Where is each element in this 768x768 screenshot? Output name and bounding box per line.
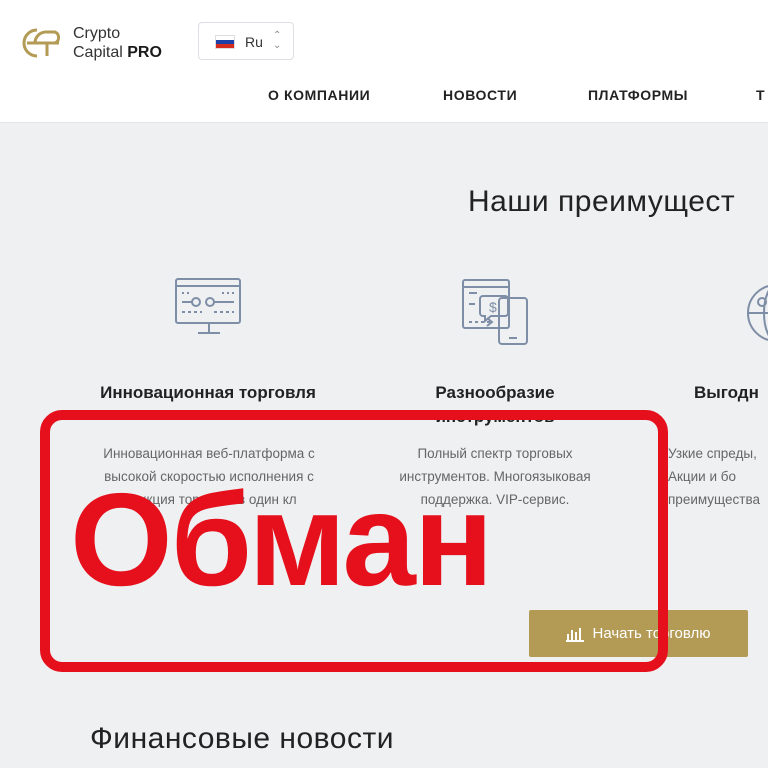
brand-logo[interactable]: Crypto Capital PRO	[17, 24, 177, 64]
feature-desc-profitable: Узкие спреды, Акции и бо преимущества	[668, 446, 760, 507]
start-trading-button[interactable]: Начать торговлю	[529, 610, 748, 657]
feature-title-instruments: Разнообразие инструментов	[435, 383, 555, 426]
nav-link-platforms[interactable]: ПЛАТФОРМЫ	[588, 87, 688, 103]
bar-chart-icon	[566, 627, 585, 642]
nav-link-truncated[interactable]: Т	[756, 87, 765, 103]
site-header: Crypto Capital PRO Ru ⌃ ⌄ О КОМПАНИИ НОВО…	[0, 0, 768, 123]
brand-name: Crypto Capital PRO	[73, 24, 162, 62]
language-select[interactable]: Ru ⌃ ⌄	[198, 22, 294, 60]
advantages-title: Наши преимущест	[468, 185, 736, 218]
start-trading-label: Начать торговлю	[592, 625, 711, 642]
brand-line-2: Capital PRO	[73, 43, 162, 62]
nav-link-company[interactable]: О КОМПАНИИ	[268, 87, 370, 103]
feature-title-profitable: Выгодн	[694, 383, 759, 402]
feature-desc-innovative: Инновационная веб-платформа с высокой ск…	[103, 446, 315, 507]
logo-mark-icon	[22, 28, 61, 58]
globe-icon	[747, 285, 768, 341]
feature-desc-instruments: Полный спектр торговых инструментов. Мно…	[399, 446, 591, 507]
instruments-payment-icon: $	[462, 279, 528, 345]
select-caret-icon: ⌃ ⌄	[273, 30, 282, 51]
language-select-value: Ru	[245, 34, 263, 50]
brand-line-2-prefix: Capital	[73, 44, 128, 61]
nav-link-news[interactable]: НОВОСТИ	[443, 87, 517, 103]
feature-title-innovative: Инновационная торговля	[100, 383, 316, 402]
brand-line-1: Crypto	[73, 25, 121, 42]
brand-line-2-bold: PRO	[127, 44, 162, 61]
svg-text:$: $	[489, 299, 497, 315]
financial-news-title: Финансовые новости	[90, 722, 394, 755]
russia-flag-icon	[215, 35, 235, 49]
trading-monitor-icon	[175, 278, 241, 334]
